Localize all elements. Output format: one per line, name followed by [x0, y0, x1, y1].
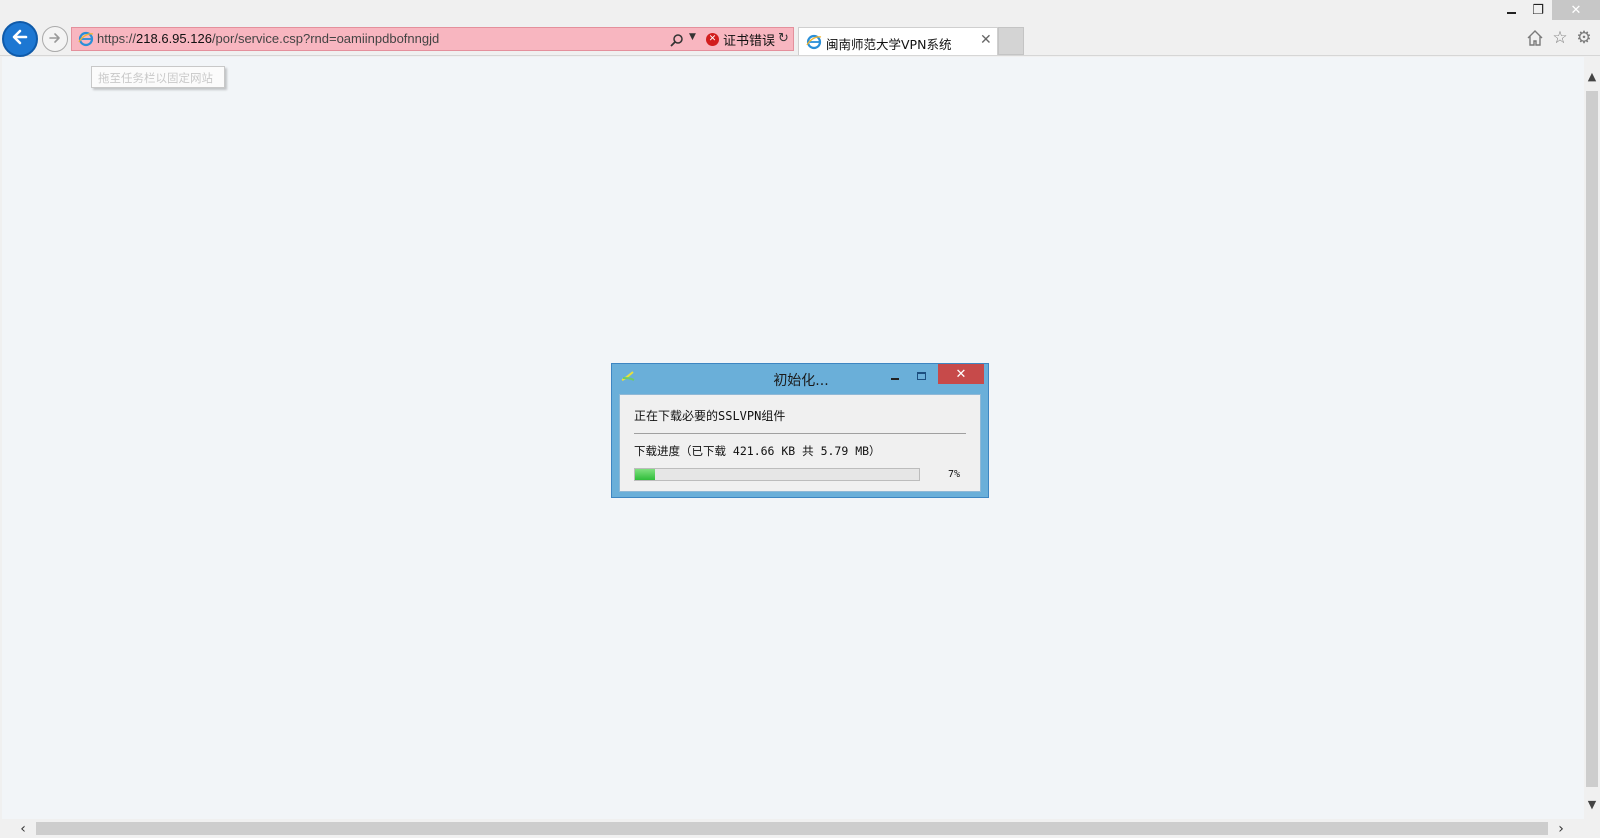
forward-button[interactable] — [42, 26, 68, 52]
scroll-up-icon[interactable]: ▲ — [1584, 67, 1600, 85]
dialog-title: 初始化... — [773, 373, 829, 389]
scroll-right-icon[interactable]: › — [1552, 819, 1570, 838]
tab-close-button[interactable]: ✕ — [980, 32, 992, 48]
horizontal-scrollbar[interactable]: ‹ › — [2, 819, 1584, 838]
progress-bar — [634, 468, 920, 481]
vertical-scrollbar[interactable]: ▲ ▼ — [1584, 57, 1600, 819]
window-close-button[interactable]: ✕ — [1552, 0, 1600, 20]
window-restore-button[interactable]: ❐ — [1524, 0, 1552, 20]
search-icon[interactable] — [670, 32, 684, 51]
dropdown-icon[interactable]: ▼ — [689, 32, 696, 42]
tab-vpn[interactable]: 闽南师范大学VPN系统 ✕ — [798, 27, 998, 55]
cert-error-icon: ✕ — [706, 33, 719, 46]
ie-logo-icon — [806, 34, 822, 54]
back-button[interactable] — [2, 21, 38, 57]
favorites-star-icon[interactable]: ☆ — [1550, 28, 1570, 48]
dialog-maximize-button[interactable] — [912, 368, 930, 384]
horizontal-scroll-thumb[interactable] — [36, 822, 1548, 835]
address-url[interactable]: https://218.6.95.126/por/service.csp?rnd… — [97, 31, 439, 46]
scroll-left-icon[interactable]: ‹ — [14, 819, 32, 838]
progress-fill — [635, 469, 655, 480]
refresh-icon[interactable]: ↻ — [778, 31, 789, 46]
tab-title: 闽南师范大学VPN系统 — [826, 37, 952, 52]
pin-site-tooltip: 拖至任务栏以固定网站 — [91, 66, 225, 88]
home-icon[interactable] — [1525, 28, 1545, 48]
back-arrow-icon — [10, 27, 30, 51]
browser-toolbar: ❐ ✕ https://218.6.95.126/por/service.csp… — [0, 0, 1600, 57]
forward-arrow-icon — [48, 30, 62, 49]
settings-gear-icon[interactable]: ⚙ — [1574, 28, 1594, 48]
cert-error-label: 证书错误 — [723, 34, 776, 49]
vertical-scroll-thumb[interactable] — [1586, 91, 1598, 787]
scroll-down-icon[interactable]: ▼ — [1584, 795, 1600, 813]
window-minimize-button[interactable] — [1498, 0, 1524, 20]
new-tab-button[interactable] — [998, 27, 1024, 55]
address-bar[interactable]: https://218.6.95.126/por/service.csp?rnd… — [71, 27, 794, 51]
certificate-error-button[interactable]: ✕ 证书错误 — [706, 30, 775, 49]
progress-percent: 7% — [948, 469, 961, 480]
dialog-body: 正在下载必要的SSLVPN组件 下载进度（已下载 421.66 KB 共 5.7… — [619, 394, 981, 492]
download-message: 正在下载必要的SSLVPN组件 — [634, 409, 786, 423]
divider — [634, 433, 966, 434]
dialog-close-button[interactable]: ✕ — [938, 364, 984, 384]
ie-logo-icon — [78, 31, 94, 51]
init-dialog: 初始化... ✕ 正在下载必要的SSLVPN组件 下载进度（已下载 421.66… — [611, 363, 989, 498]
dialog-minimize-button[interactable] — [886, 367, 904, 383]
progress-label: 下载进度（已下载 421.66 KB 共 5.79 MB） — [634, 444, 881, 458]
